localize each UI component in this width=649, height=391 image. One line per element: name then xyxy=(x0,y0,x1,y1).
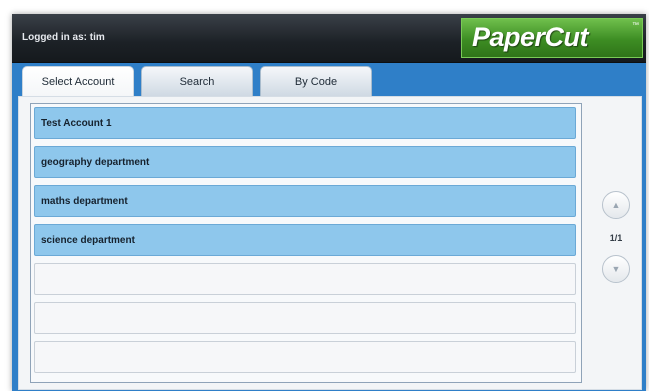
header-bar: Logged in as: tim PaperCut ™ xyxy=(12,14,646,63)
account-label: maths department xyxy=(41,195,128,207)
account-label: science department xyxy=(41,234,135,246)
empty-row xyxy=(34,263,576,295)
page-indicator: 1/1 xyxy=(609,233,623,243)
tab-search[interactable]: Search xyxy=(141,66,253,96)
logged-in-label: Logged in as: tim xyxy=(22,32,105,43)
triangle-down-icon: ▼ xyxy=(611,264,621,274)
app-window: Logged in as: tim PaperCut ™ Select Acco… xyxy=(12,14,646,391)
empty-row xyxy=(34,341,576,373)
account-row-test-account-1[interactable]: Test Account 1 xyxy=(34,107,576,139)
account-row-maths[interactable]: maths department xyxy=(34,185,576,217)
tab-by-code[interactable]: By Code xyxy=(260,66,372,96)
tab-label: Select Account xyxy=(41,76,115,88)
account-list: Test Account 1 geography department math… xyxy=(30,103,582,383)
page-down-button[interactable]: ▼ xyxy=(602,255,630,283)
logo-trademark: ™ xyxy=(632,22,639,29)
page-up-button[interactable]: ▲ xyxy=(602,191,630,219)
tab-label: By Code xyxy=(294,75,338,88)
tab-select-account[interactable]: Select Account xyxy=(22,66,134,97)
account-label: Test Account 1 xyxy=(41,117,112,129)
account-row-science[interactable]: science department xyxy=(34,224,576,256)
account-panel: Test Account 1 geography department math… xyxy=(18,96,642,390)
papercut-logo: PaperCut ™ xyxy=(461,18,643,58)
tab-label: Search xyxy=(179,75,215,88)
empty-row xyxy=(34,302,576,334)
account-label: geography department xyxy=(41,156,150,168)
logo-text: PaperCut xyxy=(472,22,589,52)
triangle-up-icon: ▲ xyxy=(611,200,621,210)
account-row-geography[interactable]: geography department xyxy=(34,146,576,178)
